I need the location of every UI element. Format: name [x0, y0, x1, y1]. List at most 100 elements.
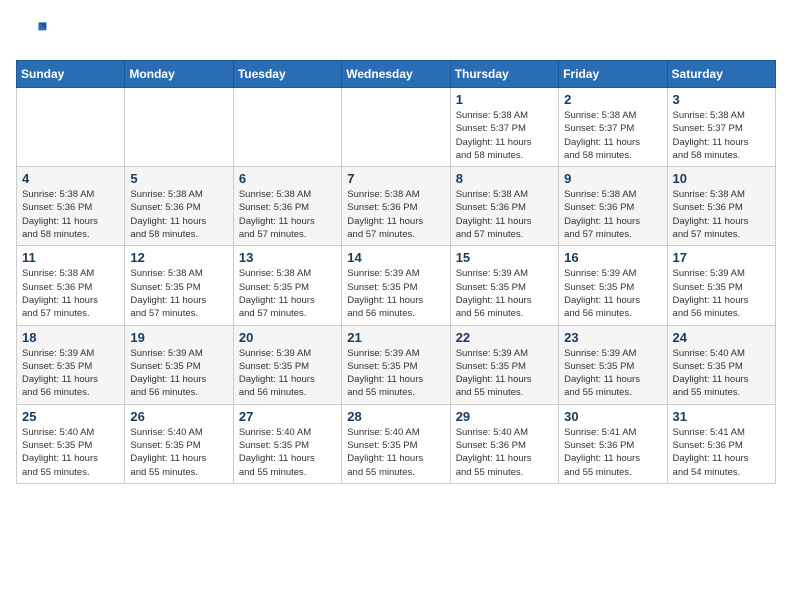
day-number: 16 — [564, 250, 661, 265]
day-number: 25 — [22, 409, 119, 424]
calendar-cell — [342, 88, 450, 167]
calendar-cell: 22 Sunrise: 5:39 AM Sunset: 5:35 PM Dayli… — [450, 325, 558, 404]
calendar-cell: 31 Sunrise: 5:41 AM Sunset: 5:36 PM Dayli… — [667, 404, 775, 483]
calendar-cell: 8 Sunrise: 5:38 AM Sunset: 5:36 PM Daylig… — [450, 167, 558, 246]
day-number: 5 — [130, 171, 227, 186]
calendar-cell: 26 Sunrise: 5:40 AM Sunset: 5:35 PM Dayli… — [125, 404, 233, 483]
weekday-header-monday: Monday — [125, 61, 233, 88]
day-number: 23 — [564, 330, 661, 345]
calendar-cell: 12 Sunrise: 5:38 AM Sunset: 5:35 PM Dayli… — [125, 246, 233, 325]
calendar-cell: 14 Sunrise: 5:39 AM Sunset: 5:35 PM Dayli… — [342, 246, 450, 325]
day-info: Sunrise: 5:39 AM Sunset: 5:35 PM Dayligh… — [347, 267, 444, 320]
day-info: Sunrise: 5:39 AM Sunset: 5:35 PM Dayligh… — [564, 347, 661, 400]
day-info: Sunrise: 5:39 AM Sunset: 5:35 PM Dayligh… — [130, 347, 227, 400]
day-number: 27 — [239, 409, 336, 424]
day-number: 6 — [239, 171, 336, 186]
day-info: Sunrise: 5:41 AM Sunset: 5:36 PM Dayligh… — [564, 426, 661, 479]
calendar-week-4: 18 Sunrise: 5:39 AM Sunset: 5:35 PM Dayli… — [17, 325, 776, 404]
calendar-week-2: 4 Sunrise: 5:38 AM Sunset: 5:36 PM Daylig… — [17, 167, 776, 246]
calendar-cell: 21 Sunrise: 5:39 AM Sunset: 5:35 PM Dayli… — [342, 325, 450, 404]
day-info: Sunrise: 5:40 AM Sunset: 5:35 PM Dayligh… — [673, 347, 770, 400]
calendar-cell: 29 Sunrise: 5:40 AM Sunset: 5:36 PM Dayli… — [450, 404, 558, 483]
day-info: Sunrise: 5:38 AM Sunset: 5:36 PM Dayligh… — [22, 267, 119, 320]
day-number: 14 — [347, 250, 444, 265]
day-number: 19 — [130, 330, 227, 345]
calendar-week-1: 1Sunrise: 5:38 AM Sunset: 5:37 PM Daylig… — [17, 88, 776, 167]
calendar-cell: 6 Sunrise: 5:38 AM Sunset: 5:36 PM Daylig… — [233, 167, 341, 246]
day-info: Sunrise: 5:38 AM Sunset: 5:37 PM Dayligh… — [564, 109, 661, 162]
day-info: Sunrise: 5:40 AM Sunset: 5:35 PM Dayligh… — [130, 426, 227, 479]
day-info: Sunrise: 5:39 AM Sunset: 5:35 PM Dayligh… — [456, 347, 553, 400]
day-info: Sunrise: 5:39 AM Sunset: 5:35 PM Dayligh… — [239, 347, 336, 400]
day-number: 21 — [347, 330, 444, 345]
day-number: 7 — [347, 171, 444, 186]
day-number: 26 — [130, 409, 227, 424]
day-info: Sunrise: 5:39 AM Sunset: 5:35 PM Dayligh… — [22, 347, 119, 400]
calendar-cell — [17, 88, 125, 167]
calendar-cell: 15Sunrise: 5:39 AM Sunset: 5:35 PM Dayli… — [450, 246, 558, 325]
day-number: 3 — [673, 92, 770, 107]
calendar-week-5: 25 Sunrise: 5:40 AM Sunset: 5:35 PM Dayli… — [17, 404, 776, 483]
day-info: Sunrise: 5:38 AM Sunset: 5:36 PM Dayligh… — [673, 188, 770, 241]
day-info: Sunrise: 5:38 AM Sunset: 5:36 PM Dayligh… — [130, 188, 227, 241]
day-info: Sunrise: 5:40 AM Sunset: 5:36 PM Dayligh… — [456, 426, 553, 479]
weekday-header-friday: Friday — [559, 61, 667, 88]
day-info: Sunrise: 5:38 AM Sunset: 5:36 PM Dayligh… — [347, 188, 444, 241]
calendar-cell — [125, 88, 233, 167]
day-info: Sunrise: 5:38 AM Sunset: 5:35 PM Dayligh… — [239, 267, 336, 320]
calendar-cell: 3 Sunrise: 5:38 AM Sunset: 5:37 PM Daylig… — [667, 88, 775, 167]
calendar-week-3: 11 Sunrise: 5:38 AM Sunset: 5:36 PM Dayli… — [17, 246, 776, 325]
weekday-header-wednesday: Wednesday — [342, 61, 450, 88]
calendar-cell: 11 Sunrise: 5:38 AM Sunset: 5:36 PM Dayli… — [17, 246, 125, 325]
day-info: Sunrise: 5:41 AM Sunset: 5:36 PM Dayligh… — [673, 426, 770, 479]
day-info: Sunrise: 5:38 AM Sunset: 5:35 PM Dayligh… — [130, 267, 227, 320]
day-info: Sunrise: 5:39 AM Sunset: 5:35 PM Dayligh… — [347, 347, 444, 400]
day-number: 18 — [22, 330, 119, 345]
logo-icon — [16, 16, 48, 48]
day-number: 9 — [564, 171, 661, 186]
calendar-cell: 25 Sunrise: 5:40 AM Sunset: 5:35 PM Dayli… — [17, 404, 125, 483]
day-number: 24 — [673, 330, 770, 345]
calendar-cell: 9Sunrise: 5:38 AM Sunset: 5:36 PM Daylig… — [559, 167, 667, 246]
day-info: Sunrise: 5:40 AM Sunset: 5:35 PM Dayligh… — [347, 426, 444, 479]
day-number: 4 — [22, 171, 119, 186]
weekday-header-sunday: Sunday — [17, 61, 125, 88]
day-number: 12 — [130, 250, 227, 265]
day-info: Sunrise: 5:38 AM Sunset: 5:37 PM Dayligh… — [456, 109, 553, 162]
calendar-cell: 30 Sunrise: 5:41 AM Sunset: 5:36 PM Dayli… — [559, 404, 667, 483]
calendar-cell: 1Sunrise: 5:38 AM Sunset: 5:37 PM Daylig… — [450, 88, 558, 167]
calendar-cell: 17 Sunrise: 5:39 AM Sunset: 5:35 PM Dayli… — [667, 246, 775, 325]
day-number: 30 — [564, 409, 661, 424]
day-number: 29 — [456, 409, 553, 424]
calendar-cell: 20Sunrise: 5:39 AM Sunset: 5:35 PM Dayli… — [233, 325, 341, 404]
calendar-cell: 13Sunrise: 5:38 AM Sunset: 5:35 PM Dayli… — [233, 246, 341, 325]
day-number: 10 — [673, 171, 770, 186]
weekday-header-saturday: Saturday — [667, 61, 775, 88]
calendar-cell: 10 Sunrise: 5:38 AM Sunset: 5:36 PM Dayli… — [667, 167, 775, 246]
day-number: 8 — [456, 171, 553, 186]
day-number: 11 — [22, 250, 119, 265]
day-info: Sunrise: 5:39 AM Sunset: 5:35 PM Dayligh… — [564, 267, 661, 320]
day-number: 22 — [456, 330, 553, 345]
day-info: Sunrise: 5:38 AM Sunset: 5:37 PM Dayligh… — [673, 109, 770, 162]
day-number: 17 — [673, 250, 770, 265]
day-info: Sunrise: 5:38 AM Sunset: 5:36 PM Dayligh… — [239, 188, 336, 241]
calendar-cell: 24 Sunrise: 5:40 AM Sunset: 5:35 PM Dayli… — [667, 325, 775, 404]
calendar-cell: 4 Sunrise: 5:38 AM Sunset: 5:36 PM Daylig… — [17, 167, 125, 246]
day-number: 2 — [564, 92, 661, 107]
weekday-header-thursday: Thursday — [450, 61, 558, 88]
calendar-cell: 23 Sunrise: 5:39 AM Sunset: 5:35 PM Dayli… — [559, 325, 667, 404]
day-number: 31 — [673, 409, 770, 424]
calendar-cell: 27 Sunrise: 5:40 AM Sunset: 5:35 PM Dayli… — [233, 404, 341, 483]
calendar-cell: 5 Sunrise: 5:38 AM Sunset: 5:36 PM Daylig… — [125, 167, 233, 246]
day-info: Sunrise: 5:39 AM Sunset: 5:35 PM Dayligh… — [673, 267, 770, 320]
calendar-cell: 2 Sunrise: 5:38 AM Sunset: 5:37 PM Daylig… — [559, 88, 667, 167]
day-info: Sunrise: 5:40 AM Sunset: 5:35 PM Dayligh… — [22, 426, 119, 479]
day-info: Sunrise: 5:38 AM Sunset: 5:36 PM Dayligh… — [22, 188, 119, 241]
logo — [16, 16, 52, 48]
calendar-cell: 16 Sunrise: 5:39 AM Sunset: 5:35 PM Dayli… — [559, 246, 667, 325]
day-number: 15 — [456, 250, 553, 265]
weekday-header-tuesday: Tuesday — [233, 61, 341, 88]
day-info: Sunrise: 5:40 AM Sunset: 5:35 PM Dayligh… — [239, 426, 336, 479]
day-info: Sunrise: 5:38 AM Sunset: 5:36 PM Dayligh… — [456, 188, 553, 241]
